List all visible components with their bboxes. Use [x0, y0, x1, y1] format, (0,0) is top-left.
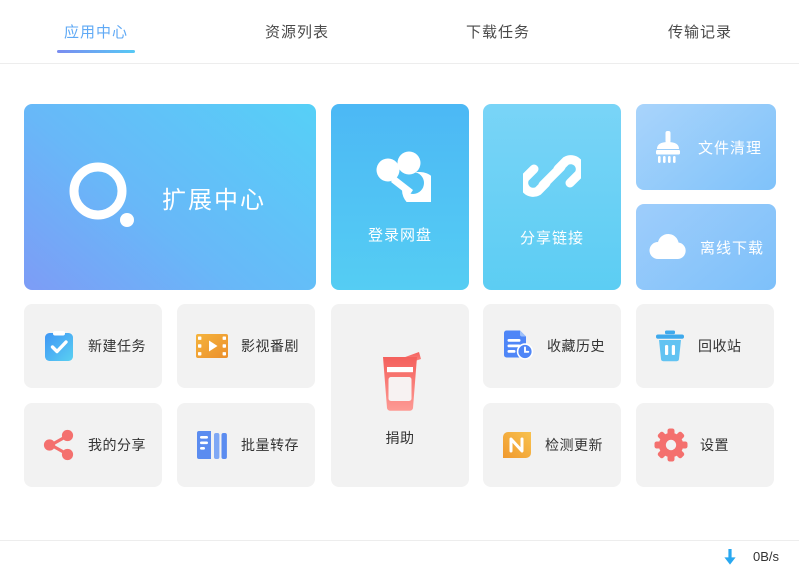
card-label: 我的分享 — [88, 435, 146, 455]
card-extension-center[interactable]: 扩展中心 — [24, 104, 316, 290]
tab-app-center[interactable]: 应用中心 — [58, 0, 134, 63]
clipboard-check-icon — [42, 329, 76, 363]
card-offline-download[interactable]: 离线下载 — [636, 204, 776, 290]
card-recycle-bin[interactable]: 回收站 — [636, 304, 774, 388]
share-nodes-icon — [42, 429, 76, 461]
card-label: 文件清理 — [698, 137, 762, 158]
cloud-download-icon — [648, 231, 688, 263]
tab-bar: 应用中心 资源列表 下载任务 传输记录 — [0, 0, 799, 64]
broom-icon — [650, 129, 686, 165]
card-label: 影视番剧 — [241, 336, 299, 356]
batch-save-icon — [195, 429, 229, 461]
card-my-shares[interactable]: 我的分享 — [24, 403, 162, 487]
tab-label: 资源列表 — [265, 21, 329, 42]
card-check-update[interactable]: 检测更新 — [483, 403, 621, 487]
card-label: 批量转存 — [241, 435, 299, 455]
circle-dot-icon — [66, 159, 142, 235]
card-label: 登录网盘 — [368, 224, 432, 245]
app-grid: 扩展中心 登录网盘 — [0, 64, 799, 540]
card-settings[interactable]: 设置 — [636, 403, 774, 487]
card-batch-save[interactable]: 批量转存 — [177, 403, 315, 487]
tab-download-tasks[interactable]: 下载任务 — [460, 0, 536, 63]
card-label: 回收站 — [698, 336, 742, 356]
download-speed-text: 0B/s — [753, 549, 779, 564]
tab-active-underline — [57, 50, 135, 53]
card-label: 扩展中心 — [162, 180, 266, 215]
tab-label: 传输记录 — [668, 21, 732, 42]
card-label: 设置 — [700, 435, 729, 455]
trash-bin-icon — [654, 329, 686, 363]
download-arrow-icon — [723, 549, 737, 565]
document-clock-icon — [501, 329, 535, 363]
drink-cup-icon — [369, 344, 431, 414]
gear-icon — [654, 428, 688, 462]
baidu-cloud-icon — [369, 150, 431, 202]
link-chain-icon — [523, 147, 581, 205]
app-window: 应用中心 资源列表 下载任务 传输记录 扩展中心 — [0, 0, 799, 572]
letter-n-icon — [501, 429, 533, 461]
card-new-task[interactable]: 新建任务 — [24, 304, 162, 388]
tab-transfer-history[interactable]: 传输记录 — [662, 0, 738, 63]
tab-label: 下载任务 — [466, 21, 530, 42]
card-label: 新建任务 — [88, 336, 146, 356]
card-label: 捐助 — [386, 428, 415, 448]
card-donate[interactable]: 捐助 — [331, 304, 469, 487]
card-movies-series[interactable]: 影视番剧 — [177, 304, 315, 388]
card-file-clean[interactable]: 文件清理 — [636, 104, 776, 190]
tab-label: 应用中心 — [64, 21, 128, 42]
status-bar: 0B/s — [0, 540, 799, 572]
film-strip-icon — [195, 331, 229, 361]
card-label: 分享链接 — [520, 227, 584, 248]
tab-resource-list[interactable]: 资源列表 — [259, 0, 335, 63]
card-label: 离线下载 — [700, 237, 764, 258]
card-label: 检测更新 — [545, 435, 603, 455]
card-favorites-history[interactable]: 收藏历史 — [483, 304, 621, 388]
card-share-link[interactable]: 分享链接 — [483, 104, 621, 290]
card-label: 收藏历史 — [547, 336, 605, 356]
card-login-netdisk[interactable]: 登录网盘 — [331, 104, 469, 290]
